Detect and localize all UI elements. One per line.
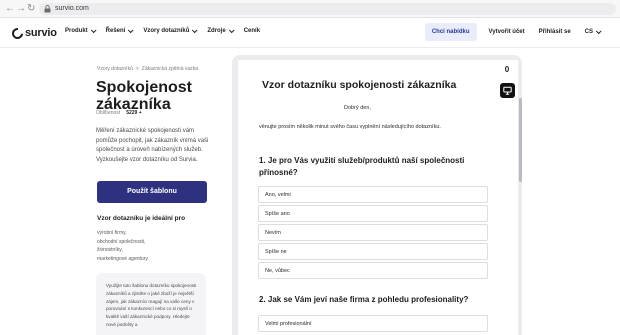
reload-icon[interactable]: ↻ (27, 3, 35, 15)
preview-scrollbar[interactable] (519, 98, 522, 182)
signup-link[interactable]: Vytvořit účet (489, 29, 525, 35)
template-description: Měření zákaznické spokojenosti vám pomůž… (96, 128, 209, 163)
list-item: výrobní firmy, (97, 230, 127, 236)
logo-text: survio (25, 27, 57, 39)
menu-item-produkt[interactable]: Produkt (65, 27, 97, 34)
answer-option[interactable]: Ano, velmi (258, 186, 488, 203)
info-box: Využijte tuto šablonu dotazníku spokojen… (96, 273, 206, 335)
logo-mark-icon (9, 25, 26, 41)
popularity: Oblíbenost 5229 + (96, 110, 142, 116)
popularity-value: 5229 + (126, 110, 142, 116)
survey-intro: věnujte prosím několik minut svého času … (259, 124, 441, 130)
page-title: Spokojenost zákazníka (96, 79, 193, 113)
header-actions: Chci nabídku Vytvořit účet Přihlásit se … (424, 23, 620, 41)
popularity-label: Oblíbenost (96, 110, 121, 116)
answer-option[interactable]: Ne, vůbec (258, 262, 488, 279)
answer-counter: 0 (504, 65, 510, 74)
breadcrumb-item[interactable]: Zákaznická zpětná vazba (142, 66, 198, 72)
address-text: survio.com (55, 5, 89, 12)
survey-greeting: Dobrý den, (344, 105, 371, 111)
language-select[interactable]: CS (585, 28, 602, 35)
list-item: obchodní společnosti, (97, 238, 146, 245)
answer-option[interactable]: Spíše ano (258, 205, 488, 222)
offer-button[interactable]: Chci nabídku (424, 23, 477, 41)
chevron-down-icon (128, 27, 134, 34)
info-text: Využijte tuto šablonu dotazníku spokojen… (106, 283, 197, 327)
question-2: 2. Jak se Vám jeví naše firma z pohledu … (259, 295, 469, 304)
chevron-down-icon (192, 27, 198, 34)
menu-item-zdroje[interactable]: Zdroje (207, 27, 235, 34)
present-button[interactable] (500, 83, 515, 98)
menu-item-cenik[interactable]: Ceník (244, 28, 260, 34)
list-item: živnostníky, (97, 247, 123, 253)
arrow-right-icon[interactable]: → (16, 3, 26, 15)
breadcrumb-item[interactable]: Vzory dotazníků (97, 66, 133, 72)
breadcrumb-separator: > (135, 66, 139, 72)
chevron-down-icon (595, 28, 602, 35)
list-item: marketingové agentury. (97, 255, 149, 262)
question-1: 1. Je pro Vás využití služeb/produktů na… (259, 156, 465, 177)
chevron-down-icon (228, 27, 235, 34)
survey-title: Vzor dotazníku spokojenosti zákazníka (262, 79, 457, 91)
lock-icon (44, 5, 51, 13)
arrow-left-icon[interactable]: ← (5, 3, 15, 15)
main-menu: Produkt Řešení Vzory dotazníků Zdroje Ce… (65, 27, 260, 34)
breadcrumb: Vzory dotazníků > Zákaznická zpětná vazb… (97, 66, 198, 72)
ideal-for-list: výrobní firmy, obchodní společnosti, živ… (97, 229, 207, 263)
chevron-down-icon (90, 27, 97, 34)
menu-item-reseni[interactable]: Řešení (106, 27, 134, 34)
login-link[interactable]: Přihlásit se (539, 29, 571, 35)
ideal-for-heading: Vzor dotazníku je ideální pro (97, 215, 186, 222)
use-template-button[interactable]: Použít šablonu (97, 181, 207, 203)
logo[interactable]: survio (9, 25, 57, 41)
address-bar[interactable]: survio.com (39, 3, 616, 15)
menu-item-vzory[interactable]: Vzory dotazníků (143, 27, 198, 34)
browser-toolbar: ← → ↻ survio.com (0, 0, 620, 18)
answer-option[interactable]: Velmi profesionální (258, 315, 488, 332)
site-header: survio Produkt Řešení Vzory dotazníků Zd… (0, 18, 620, 48)
present-icon (503, 86, 512, 95)
answer-option[interactable]: Spíše ne (258, 243, 488, 260)
answer-option[interactable]: Nevím (258, 224, 488, 241)
